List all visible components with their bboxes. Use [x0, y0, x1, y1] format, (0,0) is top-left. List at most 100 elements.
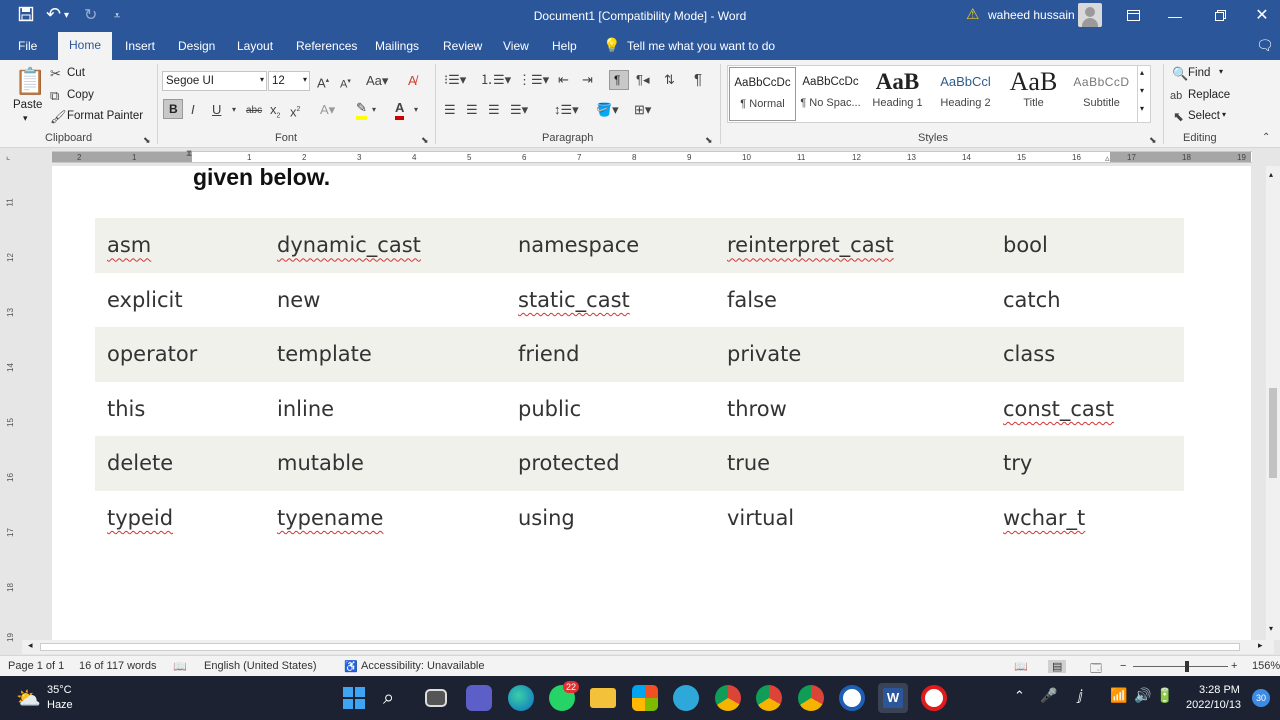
table-cell[interactable]: namespace	[506, 218, 715, 273]
styles-scroll[interactable]: ▴ ▾ ▾	[1137, 66, 1150, 122]
record-icon[interactable]	[921, 685, 947, 711]
notification-badge[interactable]: 30	[1252, 689, 1270, 707]
wifi-icon[interactable]: 📶	[1110, 687, 1127, 704]
zoom-out-icon[interactable]: −	[1120, 660, 1126, 672]
zoom-in-icon[interactable]: +	[1231, 660, 1237, 672]
clear-formatting-icon[interactable]: A̸	[408, 73, 417, 89]
ribbon-display-icon[interactable]	[1118, 4, 1148, 28]
tab-references[interactable]: References	[296, 39, 357, 53]
horizontal-scrollbar[interactable]: ◂ ▸	[22, 640, 1274, 654]
clock-time[interactable]: 3:28 PM	[1199, 684, 1240, 696]
style-normal[interactable]: AaBbCcDc ¶ Normal	[729, 67, 796, 121]
grow-font-icon[interactable]: A▴	[317, 73, 329, 91]
copy-icon[interactable]: ⧉	[50, 88, 59, 104]
justify-icon[interactable]: ☰▾	[510, 102, 528, 118]
scroll-right-icon[interactable]: ▸	[1258, 640, 1263, 651]
read-mode-icon[interactable]: 📖	[1014, 660, 1028, 673]
table-cell[interactable]: template	[265, 327, 506, 382]
collapse-ribbon-icon[interactable]: ⌃	[1262, 130, 1270, 146]
chevron-down-icon[interactable]: ▾	[260, 75, 264, 84]
copy-button[interactable]: Copy	[67, 89, 94, 101]
tab-design[interactable]: Design	[178, 39, 215, 53]
align-right-icon[interactable]: ☰	[488, 102, 500, 118]
tab-help[interactable]: Help	[552, 39, 577, 53]
scroll-left-icon[interactable]: ◂	[28, 640, 33, 651]
chevron-down-icon[interactable]: ▾	[414, 102, 418, 118]
table-cell[interactable]: mutable	[265, 436, 506, 491]
word-taskbar-active[interactable]: W	[878, 683, 908, 713]
font-size-box[interactable]: 12 ▾	[268, 71, 310, 91]
style-subtitle[interactable]: AaBbCcD Subtitle	[1068, 67, 1135, 121]
font-name-box[interactable]: Segoe UI ▾	[162, 71, 267, 91]
file-explorer-icon[interactable]	[590, 688, 616, 708]
show-formatting-icon[interactable]: ¶	[694, 72, 702, 88]
clipboard-launcher-icon[interactable]: ⬊	[143, 132, 151, 148]
weather-desc[interactable]: Haze	[47, 699, 73, 711]
tab-file[interactable]: File	[18, 39, 37, 53]
avatar[interactable]	[1078, 3, 1102, 27]
format-painter-button[interactable]: Format Painter	[67, 110, 143, 122]
zoom-slider-thumb[interactable]	[1185, 661, 1189, 672]
microphone-icon[interactable]: 🎤	[1040, 687, 1057, 704]
warning-icon[interactable]: ⚠	[966, 5, 979, 25]
scroll-down-icon[interactable]: ▾	[1269, 624, 1273, 633]
table-cell[interactable]: explicit	[95, 273, 265, 328]
rtl-icon[interactable]: ¶◂	[636, 72, 650, 88]
accessibility-status[interactable]: Accessibility: Unavailable	[361, 660, 485, 672]
table-cell[interactable]: friend	[506, 327, 715, 382]
table-cell[interactable]: asm	[95, 218, 265, 273]
right-indent-marker-icon[interactable]: ▵	[1105, 153, 1110, 164]
indent-marker-icon[interactable]: ⧗	[186, 148, 192, 159]
style-title[interactable]: AaB Title	[1000, 67, 1067, 121]
document-page[interactable]: given below. asm dynamic_cast namespace rei…	[52, 164, 1251, 640]
chevron-down-icon[interactable]: ▾	[1140, 86, 1144, 95]
find-icon[interactable]: 🔍	[1172, 66, 1188, 82]
table-cell[interactable]: protected	[506, 436, 715, 491]
paste-icon[interactable]: 📋	[14, 66, 46, 96]
weather-temp[interactable]: 35°C	[47, 684, 72, 696]
tab-layout[interactable]: Layout	[237, 39, 273, 53]
change-case-icon[interactable]: Aa▾	[366, 73, 388, 89]
font-color-icon[interactable]: A	[395, 100, 405, 120]
table-cell[interactable]: typeid	[95, 491, 265, 546]
table-cell[interactable]: virtual	[715, 491, 991, 546]
tab-selector-icon[interactable]: ⌞	[6, 151, 10, 162]
clock-date[interactable]: 2022/10/13	[1186, 699, 1241, 711]
italic-icon[interactable]: I	[191, 102, 195, 118]
decrease-indent-icon[interactable]: ⇤	[558, 72, 569, 88]
styles-launcher-icon[interactable]: ⬊	[1149, 132, 1157, 148]
comments-icon[interactable]: 🗨	[1256, 37, 1274, 54]
store-icon[interactable]	[632, 685, 658, 711]
shading-icon[interactable]: 🪣▾	[596, 102, 619, 118]
proofing-icon[interactable]: 📖	[173, 660, 187, 673]
table-cell[interactable]: try	[991, 436, 1184, 491]
table-cell[interactable]: new	[265, 273, 506, 328]
vertical-scrollbar[interactable]: ▴ ▾	[1266, 166, 1280, 640]
ltr-button[interactable]: ¶	[609, 70, 629, 90]
table-cell[interactable]: const_cast	[991, 382, 1184, 437]
chevron-down-icon[interactable]: ▾	[303, 75, 307, 84]
table-cell[interactable]: reinterpret_cast	[715, 218, 991, 273]
style-no-spacing[interactable]: AaBbCcDc ¶ No Spac...	[797, 67, 864, 121]
teams-chat-icon[interactable]	[466, 685, 492, 711]
style-heading-2[interactable]: AaBbCcl Heading 2	[932, 67, 999, 121]
table-cell[interactable]: inline	[265, 382, 506, 437]
task-view-icon[interactable]	[425, 689, 447, 707]
tell-me-search[interactable]: Tell me what you want to do	[627, 39, 775, 53]
paste-dropdown-icon[interactable]: ▾	[23, 113, 28, 124]
tab-mailings[interactable]: Mailings	[375, 39, 419, 53]
table-cell[interactable]: catch	[991, 273, 1184, 328]
start-icon[interactable]	[341, 685, 367, 711]
superscript-icon[interactable]: x2	[290, 102, 300, 120]
battery-icon[interactable]: 🔋	[1156, 687, 1173, 704]
chevron-down-icon[interactable]: ▾	[1219, 67, 1223, 76]
zoom-slider[interactable]	[1133, 661, 1228, 672]
table-cell[interactable]: this	[95, 382, 265, 437]
chrome-profile-icon[interactable]	[756, 685, 782, 711]
pen-icon[interactable]: ⅉ	[1078, 687, 1083, 704]
hscroll-thumb[interactable]	[40, 643, 1240, 651]
more-styles-icon[interactable]: ▾	[1140, 104, 1144, 113]
bullets-icon[interactable]: ⁝☰▾	[444, 72, 466, 88]
highlight-icon[interactable]: ✎	[356, 100, 367, 120]
paste-button[interactable]: Paste	[13, 99, 42, 111]
